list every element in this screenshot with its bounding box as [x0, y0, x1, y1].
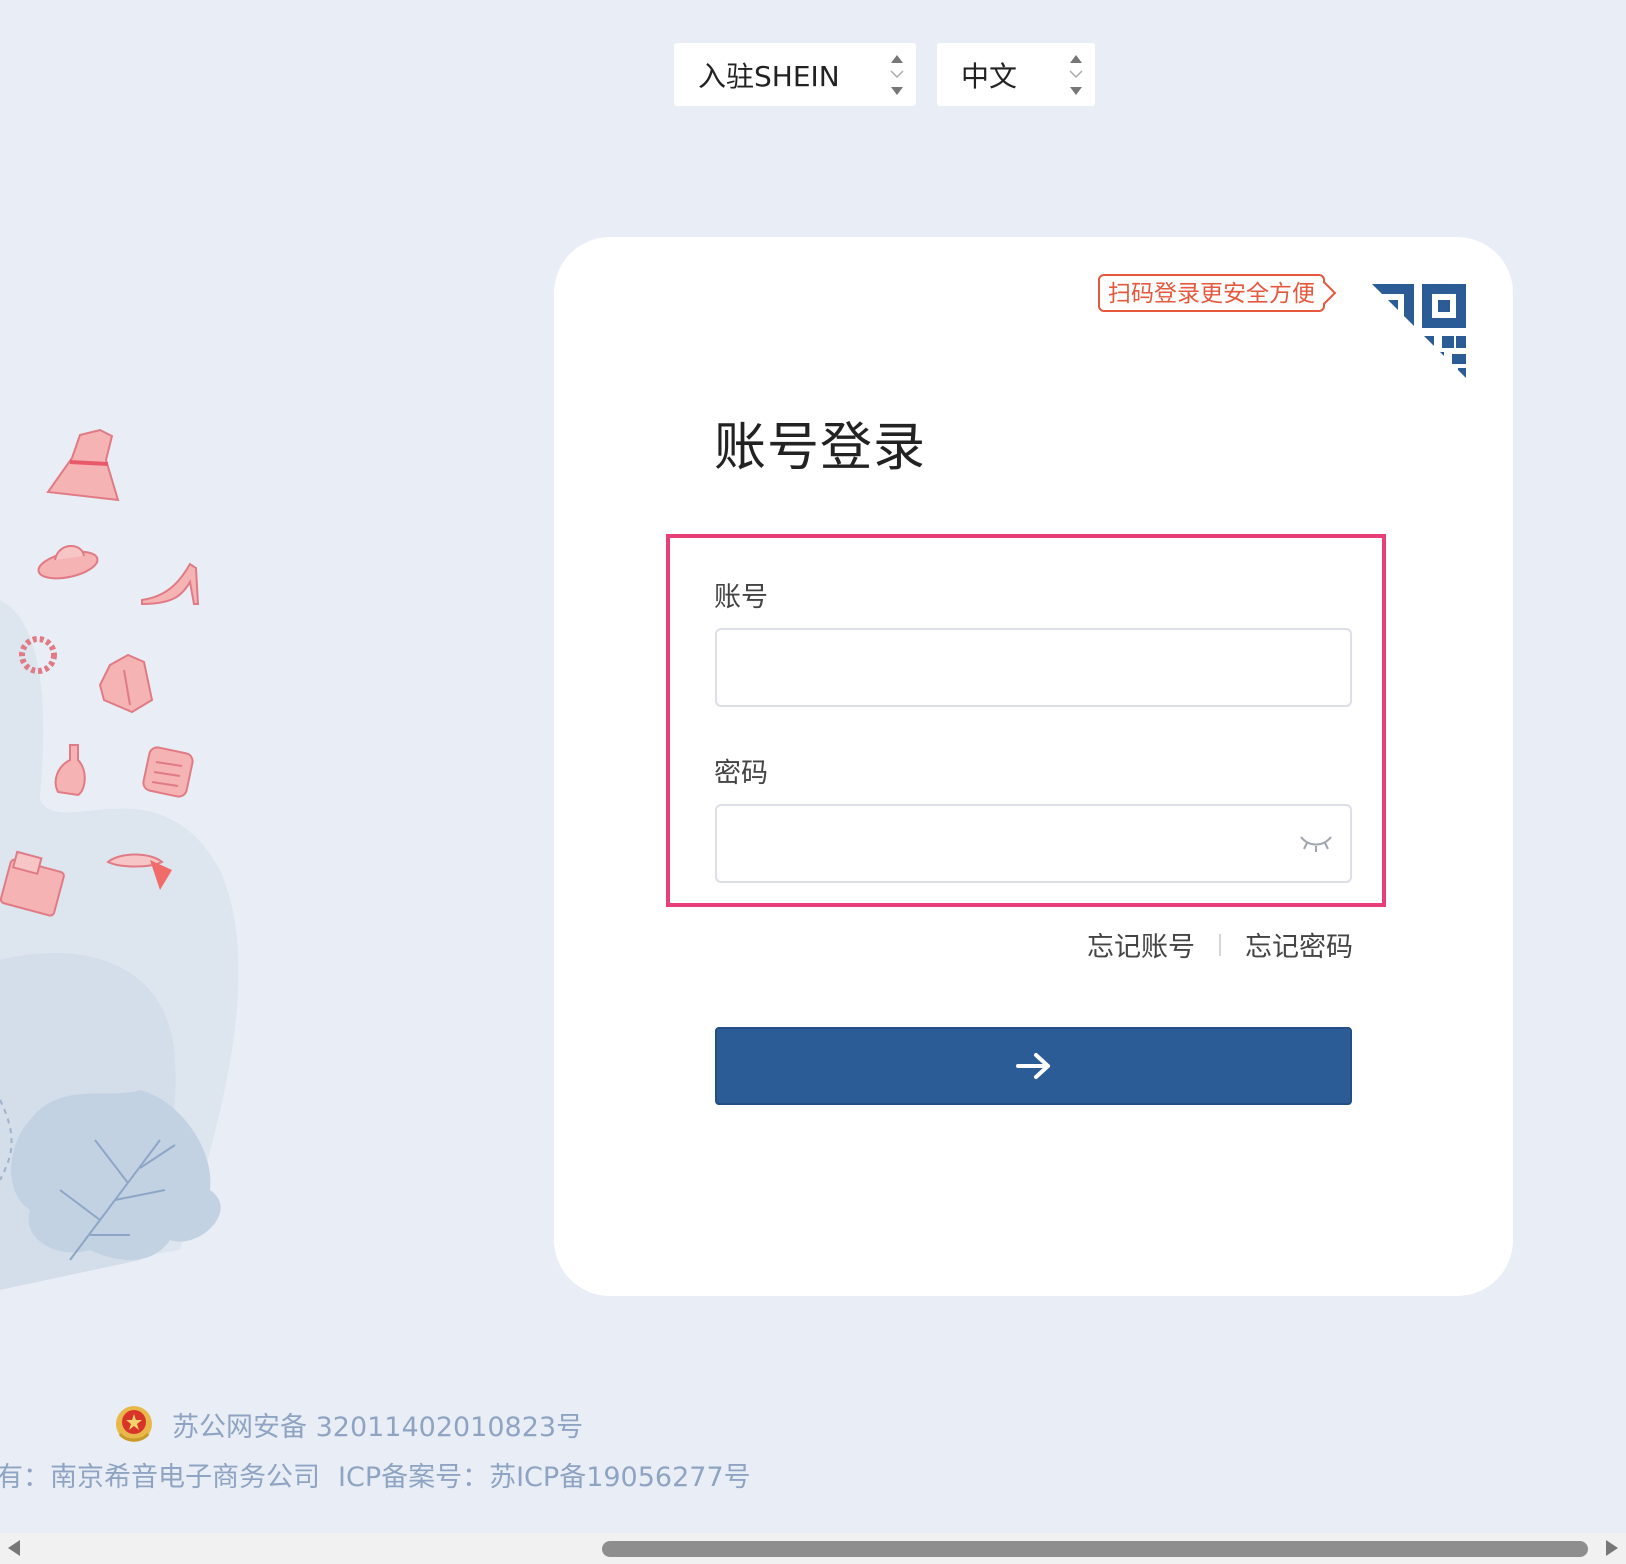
police-record-text[interactable]: 苏公网安备 32011402010823号: [172, 1405, 583, 1444]
company-record: 有：南京希音电子商务公司 ICP备案号：苏ICP备19056277号: [0, 1455, 751, 1494]
page-title: 账号登录: [714, 418, 927, 478]
select-spinner-icon: [890, 55, 904, 95]
horizontal-scrollbar[interactable]: [0, 1533, 1626, 1564]
account-label: 账号: [714, 582, 768, 613]
scrollbar-thumb[interactable]: [602, 1541, 1588, 1557]
login-card: 扫码登录更安全方便 账号登录 账号 密码 忘记账号 忘记密码: [554, 237, 1513, 1296]
join-shein-select[interactable]: 入驻SHEIN: [674, 43, 916, 106]
login-submit-button[interactable]: [715, 1027, 1352, 1105]
scroll-left-arrow-icon[interactable]: [8, 1540, 20, 1556]
select-spinner-icon: [1069, 55, 1083, 95]
company-text: 有：南京希音电子商务公司: [0, 1462, 320, 1493]
link-divider: [1219, 933, 1221, 956]
forgot-password-link[interactable]: 忘记密码: [1245, 925, 1353, 964]
icp-record-link[interactable]: ICP备案号：苏ICP备19056277号: [338, 1462, 751, 1493]
forgot-account-link[interactable]: 忘记账号: [1087, 925, 1195, 964]
qr-login-tip: 扫码登录更安全方便: [1098, 274, 1325, 312]
scroll-right-arrow-icon[interactable]: [1606, 1540, 1618, 1556]
fashion-illustration: [0, 428, 239, 1290]
qr-code-icon[interactable]: [1368, 280, 1468, 380]
password-input[interactable]: [715, 804, 1352, 883]
account-input[interactable]: [715, 628, 1352, 707]
forgot-links: 忘记账号 忘记密码: [1087, 925, 1353, 964]
police-badge-icon: [116, 1406, 152, 1442]
arrow-right-icon: [1015, 1053, 1050, 1079]
eye-closed-icon[interactable]: [1297, 827, 1335, 857]
language-select-value: 中文: [961, 59, 1018, 93]
language-select[interactable]: 中文: [937, 43, 1095, 106]
password-label: 密码: [714, 758, 768, 789]
police-record: 苏公网安备 32011402010823号: [114, 1404, 583, 1444]
join-shein-select-value: 入驻SHEIN: [698, 59, 840, 93]
